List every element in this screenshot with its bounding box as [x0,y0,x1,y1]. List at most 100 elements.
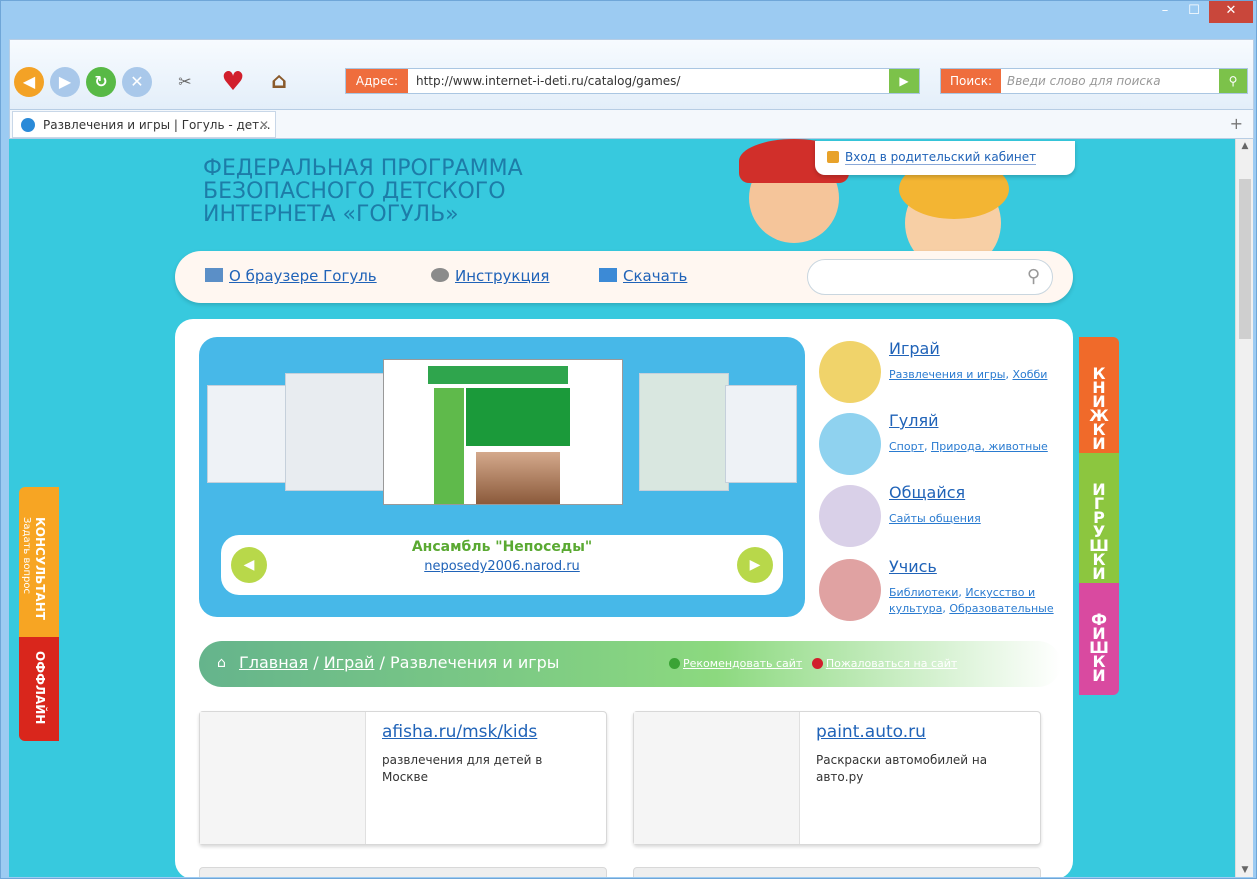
carousel-site-link[interactable]: neposedy2006.narod.ru [221,559,783,574]
search-bar[interactable]: Поиск: Введи слово для поиска ⚲ [940,68,1248,94]
site-card[interactable]: afisha.ru/msk/kids развлечения для детей… [199,711,607,845]
refresh-icon[interactable]: ↻ [86,67,116,97]
search-input[interactable]: Введи слово для поиска [1007,69,1161,93]
new-tab-button[interactable]: + [1230,114,1243,133]
sub-education-link[interactable]: Образовательные [949,602,1053,615]
carousel-main-screenshot[interactable] [383,359,623,505]
home-icon[interactable]: ⌂ [217,655,226,671]
chips-label: ФИШКИ [1089,610,1109,685]
favorites-heart-icon[interactable]: ♥ [218,67,248,97]
carousel-next-button[interactable]: ▶ [737,547,773,583]
breadcrumb-home-link[interactable]: Главная [239,653,308,672]
sub-sport-link[interactable]: Спорт [889,440,924,453]
breadcrumb-current: Развлечения и игры [390,653,560,672]
right-side-tabs: КНИЖКИ ИГРУШКИ ФИШКИ [1079,337,1119,695]
tab-title: Развлечения и игры | Гогуль - дет... [43,118,271,132]
page-viewport: ФЕДЕРАЛЬНАЯ ПРОГРАММА БЕЗОПАСНОГО ДЕТСКО… [9,139,1235,877]
plus-icon [669,658,680,669]
play-blocks-icon [819,341,881,403]
close-button[interactable]: ✕ [1209,1,1253,23]
site-card-thumbnail[interactable] [634,712,800,844]
carousel-caption-bar: ◀ Ансамбль "Непоседы" neposedy2006.narod… [221,535,783,595]
minimize-button[interactable]: – [1151,1,1179,23]
go-button[interactable]: ▶ [889,69,919,93]
offline-tab[interactable]: ОФФЛАЙН [19,637,59,741]
stop-icon[interactable]: ✕ [122,67,152,97]
category-chat: Общайся Сайты общения [819,483,1073,553]
menu-download-link[interactable]: Скачать [599,267,687,285]
browser-icon [205,268,223,282]
site-card-thumbnail[interactable] [200,712,366,844]
scrollbar-thumb[interactable] [1239,179,1251,339]
category-walk-subs: Спорт, Природа, животные [889,440,1048,453]
category-learn-link[interactable]: Учись [889,557,937,576]
parent-login-link[interactable]: Вход в родительский кабинет [845,150,1037,165]
sub-libraries-link[interactable]: Библиотеки [889,586,958,599]
sub-games-link[interactable]: Развлечения и игры [889,368,1005,381]
site-search-input[interactable]: ⚲ [807,259,1053,295]
carousel-site-title: Ансамбль "Непоседы" [411,539,593,555]
breadcrumb-sep: / [379,653,385,672]
tab-current[interactable]: Развлечения и игры | Гогуль - дет... ✕ [12,111,276,138]
site-carousel: ◀ Ансамбль "Непоседы" neposedy2006.narod… [199,337,805,617]
screenshot-announcement [466,388,570,446]
sub-social-link[interactable]: Сайты общения [889,512,981,525]
menu-about-label: О браузере Гогуль [229,267,377,285]
tab-close-icon[interactable]: ✕ [259,112,269,138]
scroll-up-icon[interactable]: ▲ [1236,141,1254,151]
category-chat-link[interactable]: Общайся [889,483,965,502]
maximize-button[interactable]: ☐ [1180,1,1208,23]
carousel-thumb-4[interactable] [725,385,797,483]
menu-download-label: Скачать [623,267,688,285]
breadcrumb: ⌂ Главная / Играй / Развлечения и игры Р… [199,641,1061,687]
toys-tab[interactable]: ИГРУШКИ [1079,453,1119,583]
consultant-tab[interactable]: КОНСУЛЬТАНТ Задать вопрос [19,487,59,637]
carousel-thumb-2[interactable] [285,373,385,491]
menu-about-link[interactable]: О браузере Гогуль [205,267,377,285]
breadcrumb-play-link[interactable]: Играй [324,653,375,672]
address-bar[interactable]: Адрес: http://www.internet-i-deti.ru/cat… [345,68,920,94]
carousel-thumb-3[interactable] [639,373,729,491]
category-learn: Учись Библиотеки, Искусство и культура, … [819,557,1073,627]
site-card[interactable]: paint.auto.ru Раскраски автомобилей на а… [633,711,1041,845]
forward-icon[interactable]: ▶ [50,67,80,97]
main-content: ◀ Ансамбль "Непоседы" neposedy2006.narod… [175,319,1073,877]
back-icon[interactable]: ◀ [14,67,44,97]
category-walk-link[interactable]: Гуляй [889,411,938,430]
title-line-3: ИНТЕРНЕТА «ГОГУЛЬ» [203,202,459,227]
address-input[interactable]: http://www.internet-i-deti.ru/catalog/ga… [416,69,680,93]
settings-tools-icon[interactable]: ✂ [170,67,200,97]
breadcrumb-path: Главная / Играй / Развлечения и игры [239,653,559,672]
top-menu: О браузере Гогуль Инструкция Скачать ⚲ [175,251,1073,303]
tab-strip: Развлечения и игры | Гогуль - дет... ✕ + [9,109,1254,139]
minus-icon [811,658,823,669]
site-card-desc: Раскраски автомобилей на авто.ру [816,753,988,784]
recommend-site-link[interactable]: Рекомендовать сайт [683,657,802,670]
gears-icon [431,268,449,282]
address-label: Адрес: [346,69,408,93]
search-icon[interactable]: ⚲ [1027,266,1040,287]
menu-instructions-label: Инструкция [455,267,550,285]
site-card-title[interactable]: paint.auto.ru [816,722,926,742]
scroll-down-icon[interactable]: ▼ [1236,865,1254,875]
home-icon[interactable]: ⌂ [264,67,294,97]
category-play-link[interactable]: Играй [889,339,940,358]
download-icon [599,268,617,282]
category-learn-subs: Библиотеки, Искусство и культура, Образо… [889,586,1054,615]
sub-hobby-link[interactable]: Хобби [1012,368,1047,381]
books-label: КНИЖКИ [1089,364,1109,453]
site-card-title[interactable]: afisha.ru/msk/kids [382,722,537,742]
vertical-scrollbar[interactable]: ▲ ▼ [1235,139,1253,877]
left-side-tabs: КОНСУЛЬТАНТ Задать вопрос ОФФЛАЙН [19,487,59,747]
complain-site-link[interactable]: Пожаловаться на сайт [826,657,957,670]
sub-nature-link[interactable]: Природа, животные [931,440,1048,453]
site-card-partial[interactable] [199,867,607,877]
search-button-icon[interactable]: ⚲ [1219,69,1247,93]
chips-tab[interactable]: ФИШКИ [1079,583,1119,695]
breadcrumb-sep: / [313,653,319,672]
title-line-2: БЕЗОПАСНОГО ДЕТСКОГО [203,179,506,204]
menu-instructions-link[interactable]: Инструкция [431,267,549,285]
site-card-partial[interactable] [633,867,1041,877]
carousel-thumb-1[interactable] [207,385,287,483]
books-tab[interactable]: КНИЖКИ [1079,337,1119,453]
